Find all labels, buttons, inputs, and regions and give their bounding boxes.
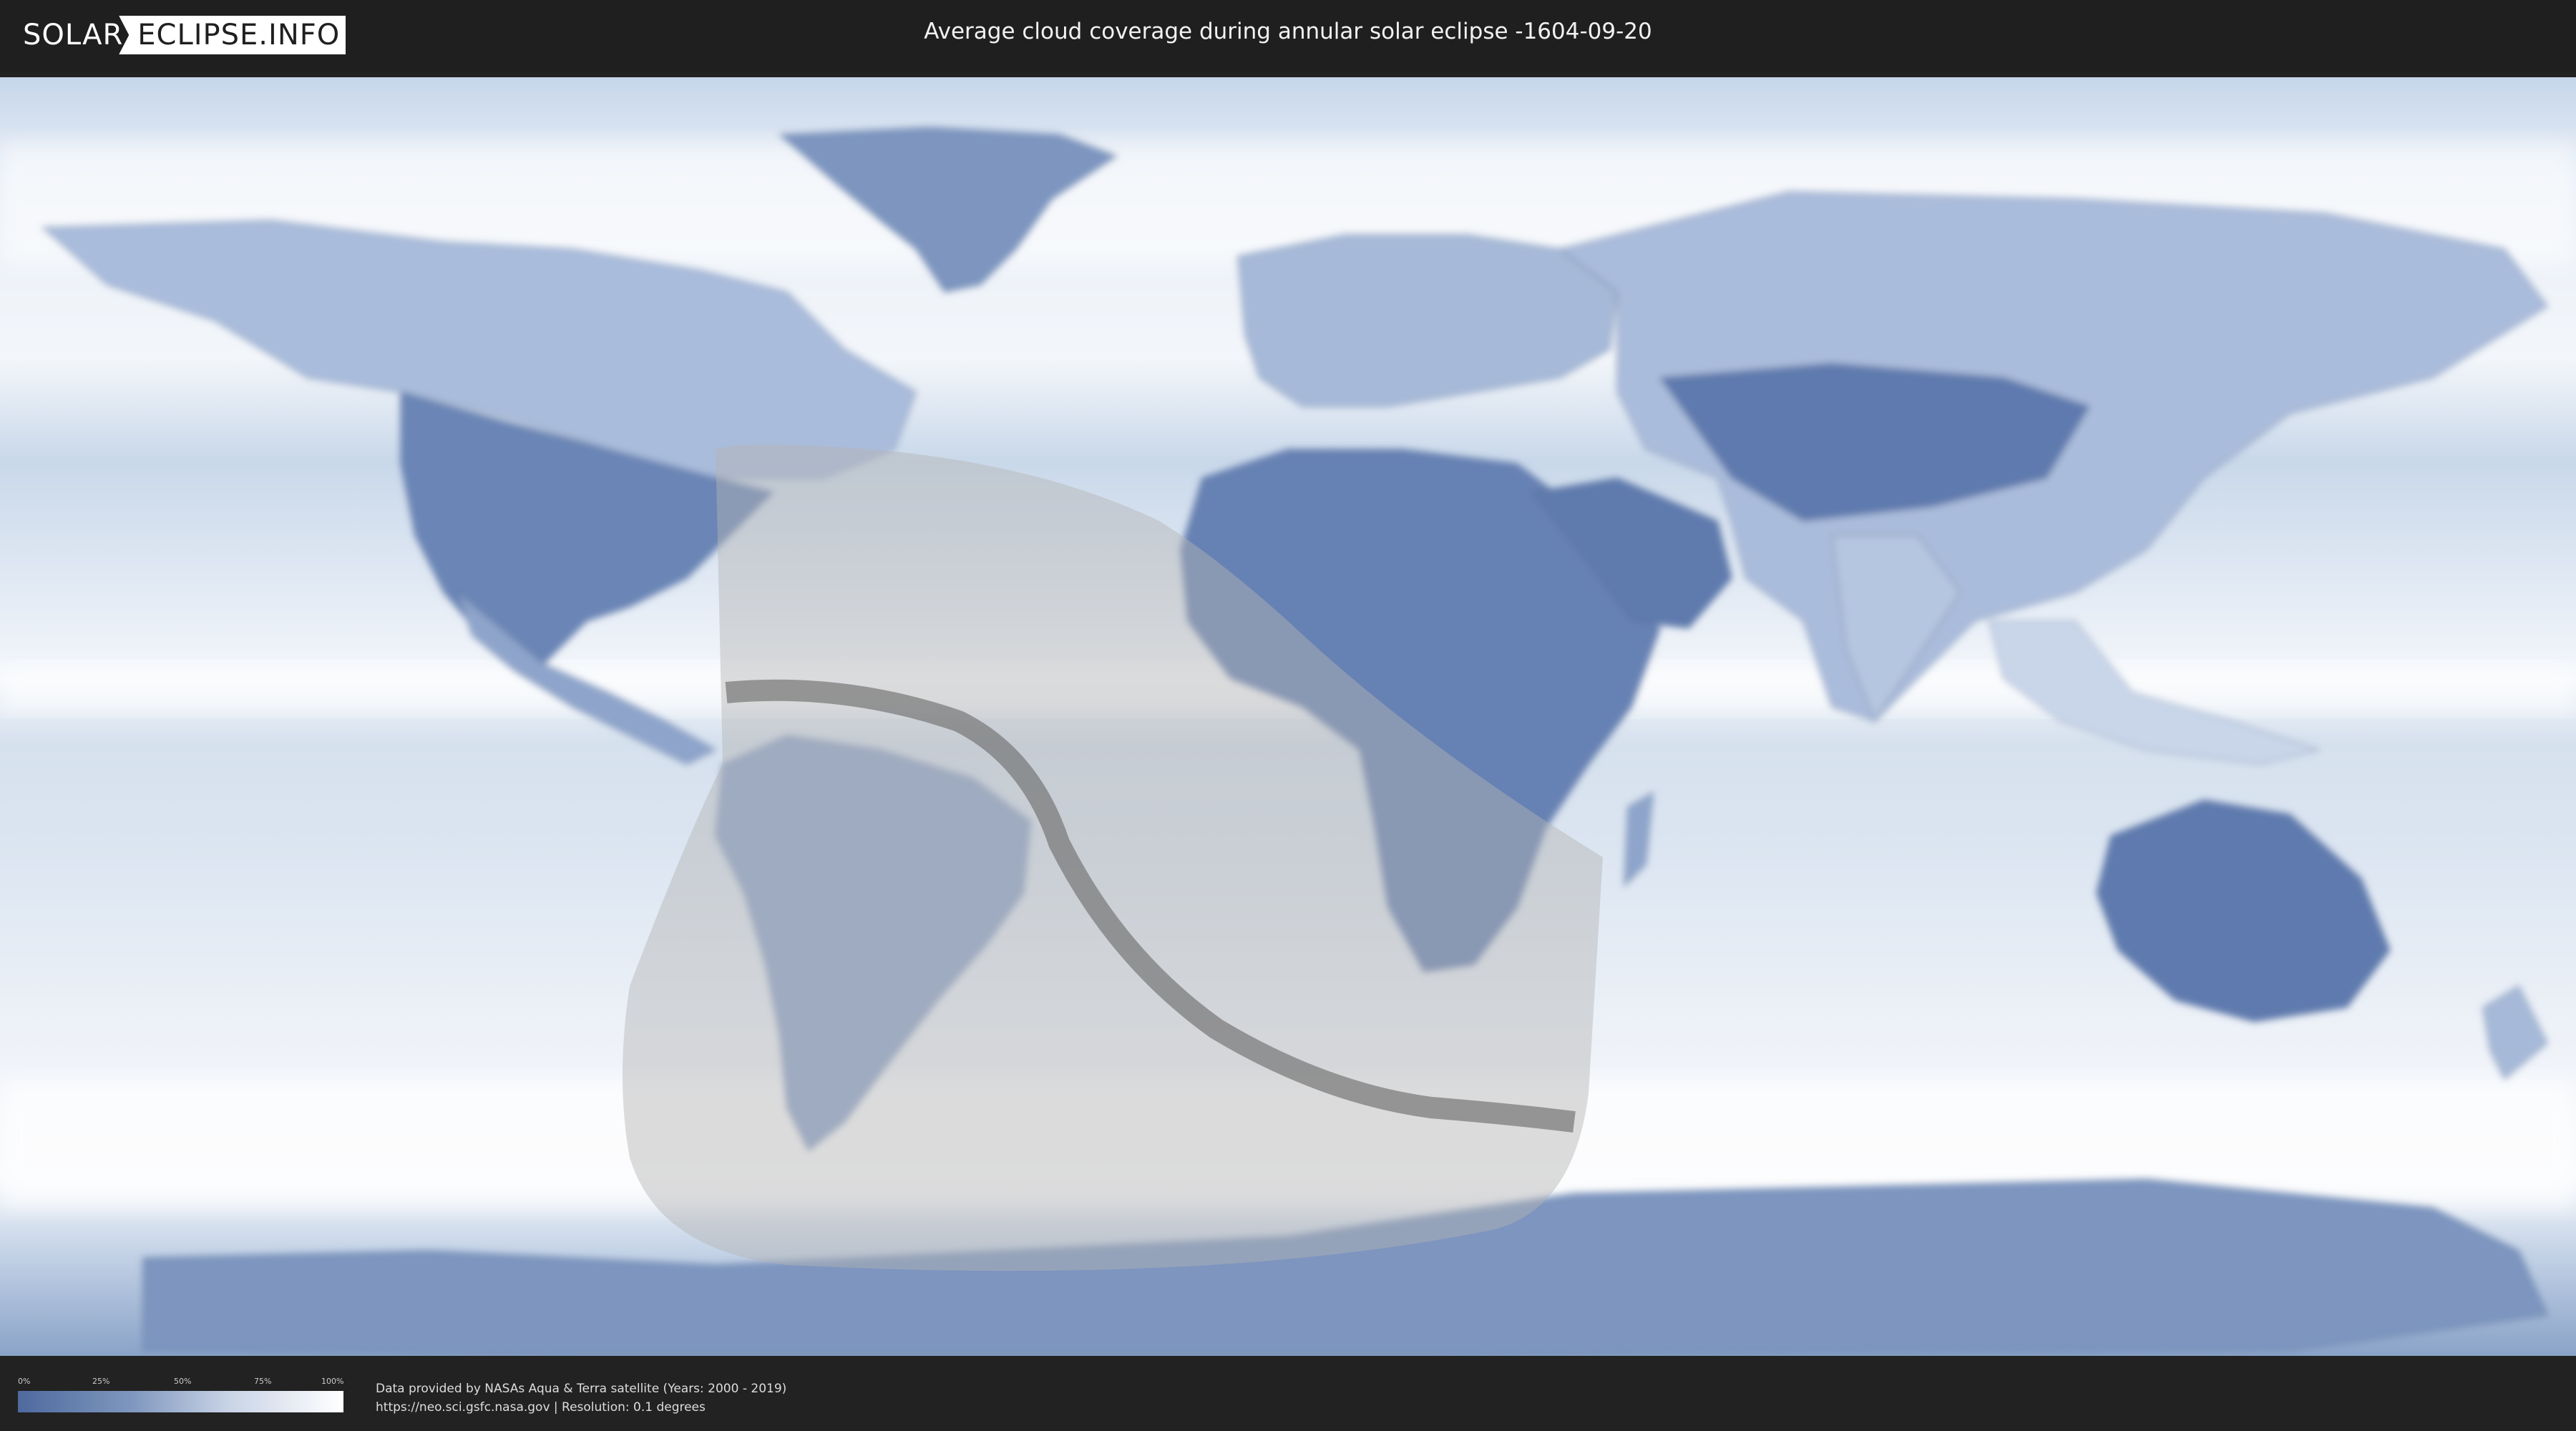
cloud-coverage-legend: 0% 25% 50% 75% 100%: [18, 1377, 343, 1412]
data-credits: Data provided by NASAs Aqua & Terra sate…: [376, 1379, 786, 1417]
legend-tick-25: 25%: [92, 1377, 110, 1386]
legend-tick-50: 50%: [174, 1377, 192, 1386]
header-bar: SOLAR ECLIPSE.INFO Average cloud coverag…: [0, 0, 2576, 72]
legend-ticks: 0% 25% 50% 75% 100%: [18, 1377, 343, 1391]
credit-line-url: https://neo.sci.gsfc.nasa.gov | Resoluti…: [376, 1400, 706, 1415]
legend-tick-0: 0%: [18, 1377, 31, 1386]
legend-color-bar: [18, 1391, 343, 1412]
legend-tick-75: 75%: [254, 1377, 272, 1386]
page-title: Average cloud coverage during annular so…: [924, 19, 1652, 44]
cloud-coverage-map: [0, 77, 2576, 1356]
legend-tick-100: 100%: [321, 1377, 344, 1386]
credit-line-source: Data provided by NASAs Aqua & Terra sate…: [376, 1382, 787, 1396]
